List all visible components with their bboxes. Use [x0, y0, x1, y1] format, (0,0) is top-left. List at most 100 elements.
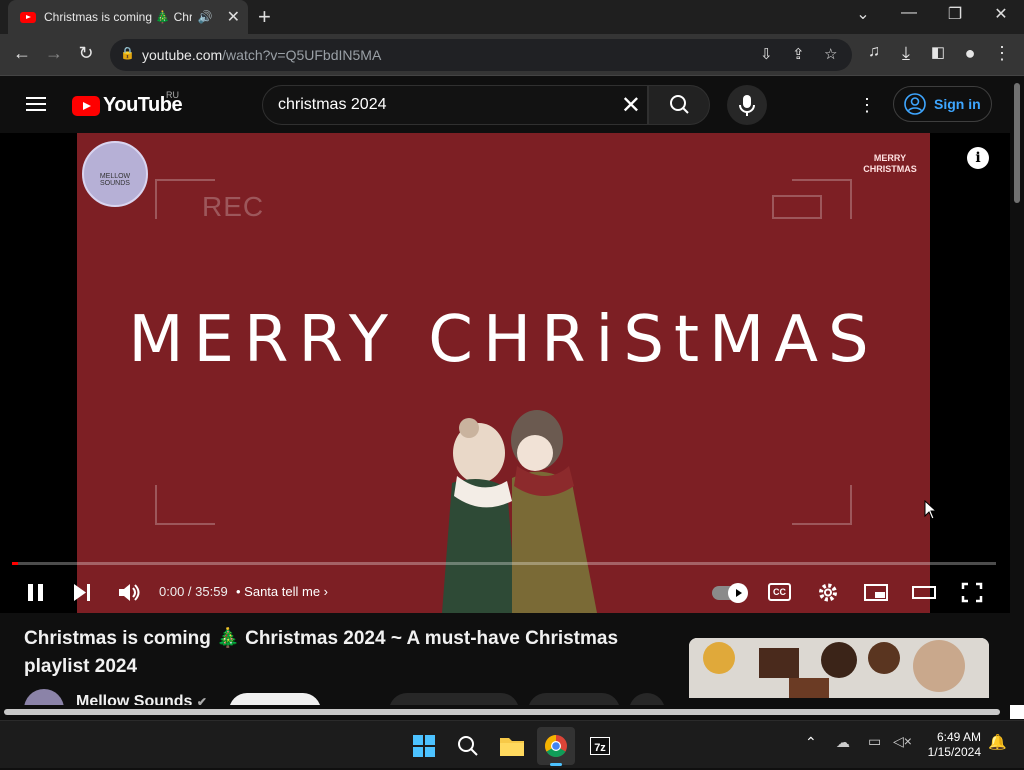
autoplay-toggle[interactable] — [712, 583, 748, 603]
search-input[interactable]: christmas 2024 ✕ — [262, 85, 648, 125]
active-app-indicator — [550, 763, 562, 766]
chrome-taskbar-button[interactable] — [537, 727, 575, 766]
new-tab-button[interactable]: + — [258, 4, 271, 30]
settings-menu-icon[interactable]: ⋮ — [858, 95, 876, 116]
file-explorer-button[interactable] — [493, 727, 531, 765]
chrome-icon — [545, 735, 567, 757]
subscribe-button[interactable] — [229, 693, 321, 705]
7zip-button[interactable]: 7z — [581, 727, 619, 765]
youtube-header: YouTube RU christmas 2024 ✕ ⋮ Sign in — [0, 77, 1010, 133]
duration: 35:59 — [195, 584, 228, 599]
chapter-button[interactable]: • Santa tell me › — [236, 584, 328, 599]
recommended-video-thumbnail[interactable] — [689, 638, 989, 698]
tab-search-chevron-icon[interactable]: ⌄ — [840, 4, 886, 24]
menu-icon[interactable] — [26, 97, 46, 111]
profile-icon[interactable]: ● — [958, 43, 982, 64]
video-frame[interactable]: REC MELLOW SOUNDS MERRY CHRISTMAS MERRY … — [77, 133, 930, 613]
next-button[interactable] — [70, 577, 94, 607]
vertical-scroll-thumb[interactable] — [1014, 83, 1020, 203]
youtube-favicon-icon — [20, 11, 36, 23]
subtitles-button[interactable]: CC — [768, 583, 791, 601]
restore-button[interactable]: ❐ — [932, 4, 978, 24]
pause-button[interactable] — [24, 577, 48, 607]
side-panel-icon[interactable]: ◧ — [926, 43, 950, 61]
microphone-icon — [739, 95, 755, 116]
youtube-logo[interactable]: YouTube RU — [72, 90, 183, 117]
battery-icon — [772, 195, 822, 219]
sign-in-label: Sign in — [934, 96, 981, 112]
show-hidden-icons-chevron-icon[interactable]: ⌃ — [805, 734, 817, 751]
start-button[interactable] — [405, 727, 443, 765]
network-icon[interactable]: ▭ — [868, 733, 881, 750]
theater-icon — [912, 586, 936, 599]
channel-name[interactable]: Mellow Sounds ✔ — [76, 693, 207, 705]
volume-icon — [119, 584, 140, 601]
video-title: Christmas is coming 🎄 Christmas 2024 ~ A… — [24, 628, 619, 677]
settings-button[interactable] — [816, 577, 840, 607]
fullscreen-icon — [961, 582, 983, 603]
7zip-icon: 7z — [590, 737, 610, 755]
progress-bar[interactable] — [12, 562, 996, 565]
chevron-right-icon: › — [323, 584, 329, 599]
chrome-menu-icon[interactable]: ⋮ — [990, 43, 1014, 64]
search-button[interactable] — [648, 85, 710, 125]
skip-next-icon — [74, 584, 90, 601]
folder-icon — [500, 738, 524, 756]
lock-icon: 🔒 — [120, 46, 135, 60]
fullscreen-button[interactable] — [959, 577, 985, 607]
channel-avatar[interactable] — [24, 689, 64, 705]
back-arrow-icon[interactable]: ← — [10, 43, 34, 64]
mute-button[interactable] — [116, 577, 142, 607]
pause-icon — [28, 584, 43, 601]
channel-watermark-label: MELLOW SOUNDS — [99, 173, 131, 187]
more-actions-button[interactable] — [629, 693, 665, 705]
info-icon[interactable]: i — [967, 147, 989, 169]
gear-icon — [819, 583, 837, 602]
sign-in-button[interactable]: Sign in — [893, 86, 992, 122]
share-button[interactable] — [528, 693, 620, 705]
tab-close-icon[interactable]: ✕ — [227, 7, 240, 27]
address-bar[interactable]: 🔒 youtube.com/watch?v=Q5UFbdIN5MA ⇩ ⇪ ☆ — [110, 39, 852, 71]
theater-mode-button[interactable] — [911, 577, 937, 607]
voice-search-button[interactable] — [727, 85, 767, 125]
miniplayer-button[interactable] — [863, 577, 889, 607]
channel-watermark[interactable]: MELLOW SOUNDS — [82, 141, 148, 207]
camera-frame-corner — [792, 485, 852, 525]
downloads-icon[interactable]: ⤓ — [894, 43, 918, 64]
reload-icon[interactable]: ↻ — [74, 43, 98, 64]
miniplayer-icon — [864, 584, 888, 601]
onedrive-icon[interactable]: ☁ — [836, 734, 850, 751]
tab-audio-icon[interactable]: 🔊 — [198, 10, 213, 24]
minimize-button[interactable]: — — [886, 4, 932, 22]
browser-tab-strip: Christmas is coming 🎄 Chr 🔊 ✕ + ⌄ — ❐ ✕ — [0, 0, 1024, 34]
time-display: 0:00 / 35:59 — [159, 584, 228, 599]
windows-taskbar: 7z ⌃ ☁ ▭ ◁× 6:49 AM 1/15/2024 🔔 — [0, 720, 1024, 768]
region-code: RU — [166, 90, 179, 100]
camera-frame-corner — [155, 485, 215, 525]
share-icon[interactable]: ⇪ — [792, 45, 805, 63]
close-window-button[interactable]: ✕ — [978, 4, 1024, 24]
speaker-muted-icon[interactable]: ◁× — [893, 733, 912, 750]
like-dislike-button[interactable] — [389, 693, 519, 705]
taskbar-clock[interactable]: 6:49 AM 1/15/2024 — [925, 730, 981, 760]
mouse-cursor-icon — [924, 500, 938, 520]
horizontal-scroll-thumb[interactable] — [4, 709, 1000, 715]
account-icon — [904, 93, 926, 115]
install-app-icon[interactable]: ⇩ — [760, 45, 773, 63]
notification-bell-icon[interactable]: 🔔 — [988, 733, 1007, 751]
forward-arrow-icon[interactable]: → — [42, 43, 66, 64]
time-separator: / — [184, 584, 196, 599]
bookmark-star-icon[interactable]: ☆ — [824, 45, 837, 63]
tab-title: Christmas is coming 🎄 Chr — [44, 10, 192, 24]
youtube-play-logo-icon — [72, 95, 100, 116]
clock-date: 1/15/2024 — [927, 745, 981, 759]
video-player[interactable]: REC MELLOW SOUNDS MERRY CHRISTMAS MERRY … — [0, 133, 1010, 613]
windows-logo-icon — [413, 735, 435, 757]
vertical-scrollbar[interactable] — [1010, 77, 1024, 705]
browser-tab[interactable]: Christmas is coming 🎄 Chr 🔊 ✕ — [8, 0, 248, 34]
horizontal-scrollbar[interactable] — [0, 705, 1010, 719]
address-url: youtube.com/watch?v=Q5UFbdIN5MA — [142, 47, 382, 63]
clear-search-icon[interactable]: ✕ — [621, 91, 641, 120]
media-controls-icon[interactable]: ♫ — [862, 43, 886, 61]
taskbar-search-button[interactable] — [449, 727, 487, 765]
